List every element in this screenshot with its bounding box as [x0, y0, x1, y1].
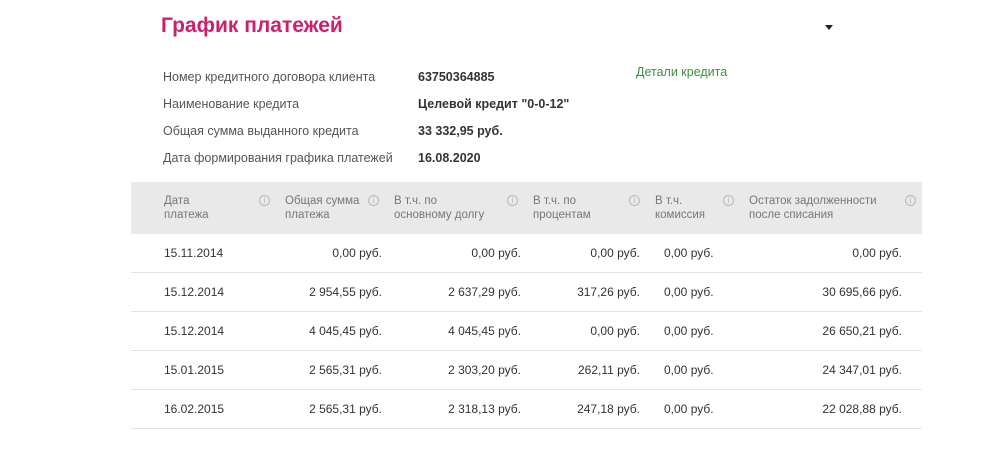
payment-schedule-table: Дата платежа i Общая сумма платежа i В т.ч… [131, 182, 922, 429]
cell-balance: 30 695,66 руб. [740, 272, 922, 312]
cell-commission: 0,00 руб. [646, 311, 740, 351]
info-row-loan-name: Наименование кредита Целевой кредит "0-0… [163, 90, 569, 117]
column-header-balance: Остаток задолженности после списания i [740, 182, 922, 234]
caret-down-icon [825, 24, 833, 30]
column-header-label: Остаток задолженности после списания [749, 195, 877, 221]
cell-commission: 0,00 руб. [646, 389, 740, 429]
cell-date: 15.12.2014 [131, 272, 276, 312]
table-row: 15.11.2014 0,00 руб. 0,00 руб. 0,00 руб.… [131, 234, 922, 273]
cell-total: 4 045,45 руб. [276, 311, 385, 351]
column-header-total: Общая сумма платежа i [276, 182, 385, 234]
page-title: График платежей [161, 14, 343, 37]
info-icon[interactable]: i [259, 195, 270, 206]
table-row: 15.12.2014 2 954,55 руб. 2 637,29 руб. 3… [131, 272, 922, 312]
cell-principal: 2 318,13 руб. [385, 389, 524, 429]
info-value: Целевой кредит "0-0-12" [418, 96, 570, 111]
column-header-date: Дата платежа i [131, 182, 276, 234]
column-header-label: Дата платежа [164, 195, 209, 221]
column-header-principal: В т.ч. по основному долгу i [385, 182, 524, 234]
cell-date: 15.12.2014 [131, 311, 276, 351]
cell-principal: 4 045,45 руб. [385, 311, 524, 351]
info-label: Общая сумма выданного кредита [163, 123, 359, 138]
column-header-label: В т.ч. по основному долгу [394, 195, 485, 221]
info-value: 16.08.2020 [418, 150, 481, 165]
info-label: Дата формирования графика платежей [163, 150, 393, 165]
cell-balance: 24 347,01 руб. [740, 350, 922, 390]
info-row-contract-number: Номер кредитного договора клиента 637503… [163, 63, 569, 90]
cell-total: 2 565,31 руб. [276, 350, 385, 390]
info-icon[interactable]: i [723, 195, 734, 206]
info-icon[interactable]: i [368, 195, 379, 206]
info-label: Номер кредитного договора клиента [163, 69, 376, 84]
cell-interest: 247,18 руб. [524, 389, 646, 429]
cell-interest: 262,11 руб. [524, 350, 646, 390]
info-value: 63750364885 [418, 69, 495, 84]
cell-principal: 0,00 руб. [385, 234, 524, 273]
cell-total: 0,00 руб. [276, 234, 385, 273]
cell-total: 2 565,31 руб. [276, 389, 385, 429]
info-icon[interactable]: i [629, 195, 640, 206]
loan-details-link[interactable]: Детали кредита [636, 63, 727, 82]
cell-principal: 2 303,20 руб. [385, 350, 524, 390]
cell-principal: 2 637,29 руб. [385, 272, 524, 312]
cell-date: 15.11.2014 [131, 234, 276, 273]
info-row-loan-amount: Общая сумма выданного кредита 33 332,95 … [163, 117, 569, 144]
column-header-commission: В т.ч. комиссия i [646, 182, 740, 234]
collapse-toggle-button[interactable] [823, 22, 835, 32]
column-header-interest: В т.ч. по процентам i [524, 182, 646, 234]
cell-interest: 317,26 руб. [524, 272, 646, 312]
table-row: 16.02.2015 2 565,31 руб. 2 318,13 руб. 2… [131, 389, 922, 429]
info-value: 33 332,95 руб. [418, 123, 503, 138]
cell-date: 16.02.2015 [131, 389, 276, 429]
column-header-label: В т.ч. комиссия [655, 195, 706, 221]
cell-commission: 0,00 руб. [646, 350, 740, 390]
cell-date: 15.01.2015 [131, 350, 276, 390]
table-row: 15.01.2015 2 565,31 руб. 2 303,20 руб. 2… [131, 350, 922, 390]
cell-balance: 0,00 руб. [740, 234, 922, 273]
cell-balance: 26 650,21 руб. [740, 311, 922, 351]
cell-balance: 22 028,88 руб. [740, 389, 922, 429]
column-header-label: В т.ч. по процентам [533, 195, 591, 221]
cell-interest: 0,00 руб. [524, 311, 646, 351]
info-icon[interactable]: i [507, 195, 518, 206]
cell-interest: 0,00 руб. [524, 234, 646, 273]
table-header-row: Дата платежа i Общая сумма платежа i В т.ч… [131, 182, 922, 234]
cell-total: 2 954,55 руб. [276, 272, 385, 312]
cell-commission: 0,00 руб. [646, 234, 740, 273]
table-row: 15.12.2014 4 045,45 руб. 4 045,45 руб. 0… [131, 311, 922, 351]
info-row-schedule-date: Дата формирования графика платежей 16.08… [163, 144, 569, 171]
loan-info: Номер кредитного договора клиента 637503… [163, 63, 569, 171]
column-header-label: Общая сумма платежа [285, 195, 360, 221]
info-label: Наименование кредита [163, 96, 300, 111]
info-icon[interactable]: i [905, 195, 916, 206]
cell-commission: 0,00 руб. [646, 272, 740, 312]
